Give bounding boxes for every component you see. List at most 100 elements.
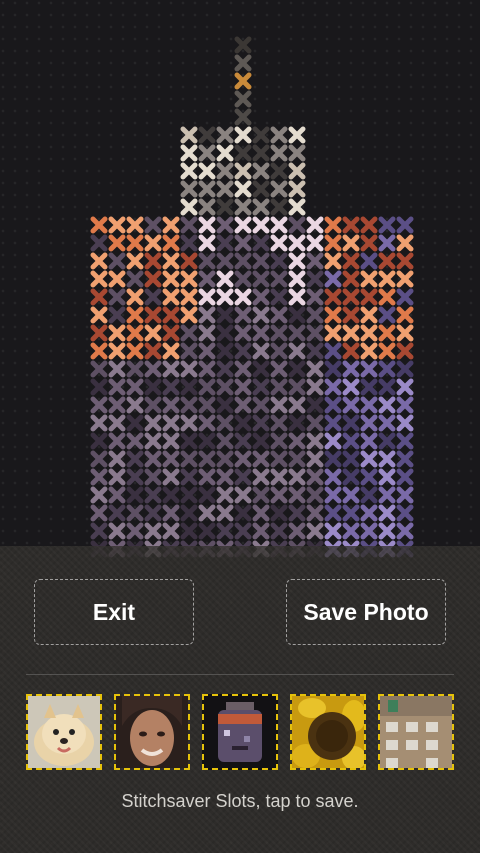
stitch-cross [288,342,306,360]
stitch-cross [90,306,108,324]
stitch-cross [270,342,288,360]
slot-sunflower[interactable] [290,694,366,770]
stitch-cross [144,414,162,432]
stitch-cross [378,288,396,306]
stitch-cross [270,288,288,306]
stitch-cross [342,252,360,270]
stitch-cross [306,522,324,540]
stitch-cross [270,180,288,198]
stitch-cross [180,522,198,540]
stitch-cross [234,342,252,360]
stitch-cross [306,432,324,450]
stitch-cross [288,468,306,486]
stitch-cross [126,270,144,288]
stitch-cross [306,504,324,522]
stitch-cross [198,162,216,180]
stitch-cross [198,216,216,234]
stitch-cross [270,468,288,486]
stitch-cross [342,288,360,306]
stitch-cross [234,450,252,468]
stitch-cross [90,450,108,468]
stitch-cross [144,234,162,252]
divider [26,674,454,675]
stitch-cross [198,270,216,288]
stitch-cross [252,144,270,162]
stitch-cross [378,306,396,324]
stitch-cross [288,252,306,270]
stitch-cross [234,432,252,450]
stitch-cross [90,324,108,342]
stitch-cross [180,306,198,324]
stitch-cross [216,378,234,396]
exit-button[interactable]: Exit [34,579,194,645]
stitch-cross [234,468,252,486]
stitch-cross [324,360,342,378]
stitch-cross [378,360,396,378]
slot-stitch[interactable] [202,694,278,770]
dog-thumbnail [28,696,100,768]
stitch-cross [342,234,360,252]
stitch-cross [360,324,378,342]
stitch-cross [180,198,198,216]
stitch-cross [162,324,180,342]
stitch-cross [162,378,180,396]
stitch-cross [396,324,414,342]
stitch-cross [216,468,234,486]
stitch-cross [252,216,270,234]
stitch-cross [396,216,414,234]
stitch-cross [162,216,180,234]
stitch-cross [288,378,306,396]
stitch-cross [162,360,180,378]
stitch-cross [162,504,180,522]
stitch-cross [126,216,144,234]
stitch-cross [108,468,126,486]
slots-hint: Stitchsaver Slots, tap to save. [121,791,359,811]
stitch-cross [162,342,180,360]
stitch-cross [198,180,216,198]
stitch-cross [396,288,414,306]
stitch-cross [144,306,162,324]
stitch-cross [360,270,378,288]
stitch-cross [90,234,108,252]
stitch-cross [360,306,378,324]
stitch-cross [234,486,252,504]
stitch-cross [234,378,252,396]
stitch-cross [396,270,414,288]
stitch-cross [396,450,414,468]
sunflower-thumbnail [292,696,364,768]
stitch-cross [216,270,234,288]
stitch-cross [216,306,234,324]
stitch-cross [90,342,108,360]
stitch-cross [324,342,342,360]
stitch-cross [234,360,252,378]
stitch-cross [108,342,126,360]
stitch-cross [108,378,126,396]
stitch-cross [216,288,234,306]
stitch-cross [360,486,378,504]
stitch-cross [144,432,162,450]
stitch-cross [396,378,414,396]
stitch-cross [252,288,270,306]
stitch-cross [324,522,342,540]
stitch-cross [144,396,162,414]
slot-dog[interactable] [26,694,102,770]
slot-building[interactable] [378,694,454,770]
slot-face[interactable] [114,694,190,770]
stitch-cross [342,504,360,522]
stitch-cross [306,270,324,288]
stitch-cross [306,468,324,486]
stitch-cross [198,324,216,342]
stitch-cross [342,486,360,504]
stitch-cross [90,432,108,450]
stitch-cross [234,36,252,54]
stitch-cross [126,450,144,468]
stitch-cross [360,414,378,432]
stitch-cross [144,468,162,486]
stitch-cross [162,450,180,468]
save-photo-button[interactable]: Save Photo [286,579,446,645]
stitch-cross [90,252,108,270]
stitch-cross [144,360,162,378]
stitch-cross [288,234,306,252]
stitch-cross [216,144,234,162]
stitch-cross [252,324,270,342]
